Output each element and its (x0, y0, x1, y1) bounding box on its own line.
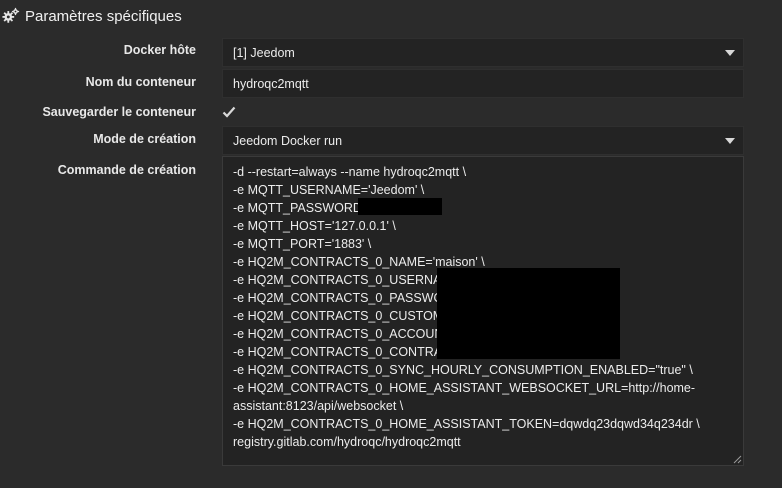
creation-mode-label: Mode de création (93, 132, 196, 146)
command-line: -e HQ2M_CONTRACTS_0_HOME_ASSISTANT_WEBSO… (233, 381, 696, 413)
chevron-down-icon (725, 50, 735, 56)
command-line: -e MQTT_PORT='1883' \ (233, 237, 372, 251)
command-line: registry.gitlab.com/hydroqc/hydroqc2mqtt (233, 435, 461, 449)
redacted-block (437, 268, 620, 359)
section-header: Paramètres spécifiques (0, 0, 782, 32)
chevron-down-icon (725, 138, 735, 144)
command-line: -e HQ2M_CONTRACTS_0_SYNC_HOURLY_CONSUMPT… (233, 363, 693, 377)
container-name-value: hydroqc2mqtt (233, 76, 309, 91)
redacted-block (358, 198, 442, 215)
creation-mode-select[interactable]: Jeedom Docker run (222, 126, 744, 155)
command-line: -e HQ2M_CONTRACTS_0_HOME_ASSISTANT_TOKEN… (233, 417, 700, 431)
command-line: -d --restart=always --name hydroqc2mqtt … (233, 165, 467, 179)
creation-mode-value: Jeedom Docker run (233, 133, 343, 148)
command-line: -e MQTT_HOST='127.0.0.1' \ (233, 219, 396, 233)
gears-icon (2, 7, 20, 23)
command-line: -e MQTT_PASSWORD= (233, 201, 370, 215)
section-title: Paramètres spécifiques (25, 7, 182, 25)
container-name-input[interactable]: hydroqc2mqtt (222, 69, 744, 98)
docker-host-select[interactable]: [1] Jeedom (222, 38, 744, 67)
docker-host-value: [1] Jeedom (233, 45, 295, 60)
docker-host-label: Docker hôte (123, 43, 196, 57)
save-container-checkbox[interactable] (222, 105, 236, 119)
container-name-label: Nom du conteneur (85, 75, 196, 89)
resize-grip-icon[interactable] (733, 455, 742, 464)
command-line: -e MQTT_USERNAME='Jeedom' \ (233, 183, 425, 197)
save-container-label: Sauvegarder le conteneur (42, 105, 196, 119)
creation-command-label: Commande de création (57, 163, 196, 177)
